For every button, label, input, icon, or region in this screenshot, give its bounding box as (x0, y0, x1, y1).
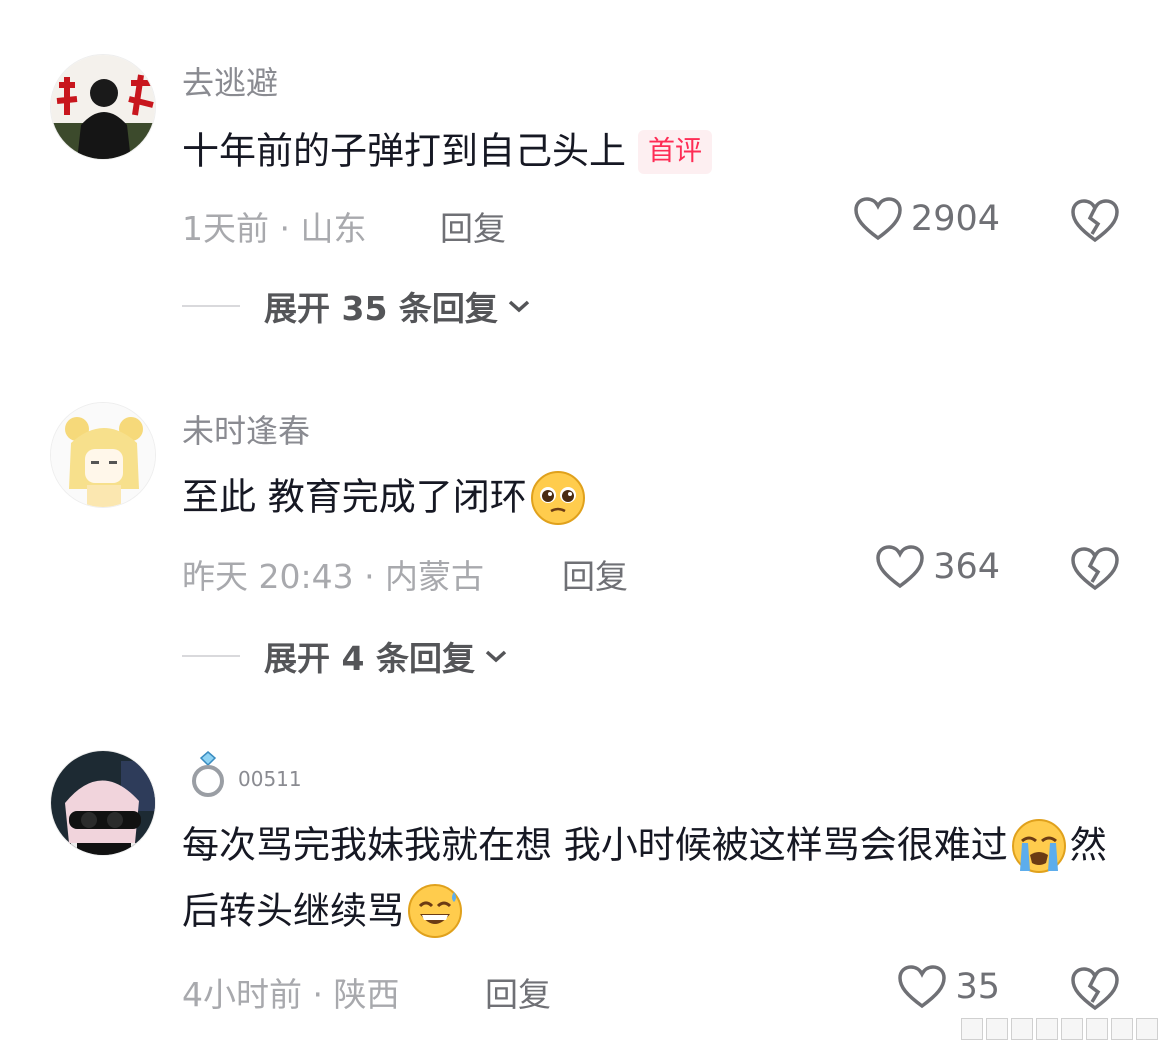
username[interactable]: 00511 (182, 748, 302, 800)
comment-time-location: 1天前 · 山东 (182, 209, 367, 248)
comment-body-part1: 每次骂完我妹我就在想 我小时候被这样骂会很难过 (182, 823, 1008, 867)
divider-line (182, 655, 240, 657)
avatar[interactable] (50, 750, 156, 856)
comment-text: 至此 教育完成了闭环 (182, 464, 1112, 530)
like-button[interactable]: 35 (897, 964, 1000, 1010)
pleading-face-emoji (529, 469, 587, 527)
reply-button[interactable]: 回复 (440, 202, 506, 250)
reply-button[interactable]: 回复 (485, 968, 551, 1016)
comment-text: 每次骂完我妹我就在想 我小时候被这样骂会很难过 然后转头继续骂 (182, 812, 1112, 943)
chevron-down-icon (508, 300, 530, 313)
comment-body: 十年前的子弹打到自己头上 (182, 129, 626, 173)
chevron-down-icon (485, 650, 507, 663)
comment-time-location: 4小时前 · 陕西 (182, 975, 400, 1014)
expand-replies-label: 展开 35 条回复 (264, 289, 498, 328)
like-button[interactable]: 364 (875, 544, 1000, 590)
comment-text: 十年前的子弹打到自己头上 首评 (182, 118, 1112, 184)
loudly-crying-face-emoji (1010, 817, 1068, 875)
like-button[interactable]: 2904 (853, 196, 1000, 242)
expand-replies-button[interactable]: 展开 4 条回复 (182, 632, 509, 680)
heart-icon (898, 965, 947, 1009)
expand-replies-label: 展开 4 条回复 (264, 639, 475, 678)
grinning-sweat-face-emoji (406, 882, 464, 940)
username[interactable]: 未时逢春 (182, 406, 310, 452)
expand-replies-button[interactable]: 展开 35 条回复 (182, 282, 532, 330)
like-count: 2904 (910, 199, 1000, 239)
heart-icon (854, 197, 902, 241)
like-count: 364 (933, 547, 1000, 587)
broken-heart-icon[interactable] (1070, 198, 1120, 244)
ring-icon (192, 751, 224, 797)
comment-body: 至此 教育完成了闭环 (182, 475, 527, 519)
comment-time-location: 昨天 20:43 · 内蒙古 (182, 557, 485, 596)
broken-heart-icon[interactable] (1070, 546, 1120, 592)
divider-line (182, 305, 240, 307)
avatar[interactable] (50, 54, 156, 160)
avatar[interactable] (50, 402, 156, 508)
reply-button[interactable]: 回复 (562, 550, 628, 598)
username[interactable]: 去逃避 (182, 58, 278, 104)
watermark (961, 1018, 1158, 1040)
like-count: 35 (955, 967, 1000, 1007)
broken-heart-icon[interactable] (1070, 966, 1120, 1012)
username-label: 00511 (238, 767, 302, 791)
heart-icon (876, 545, 924, 589)
first-comment-badge: 首评 (638, 129, 712, 174)
